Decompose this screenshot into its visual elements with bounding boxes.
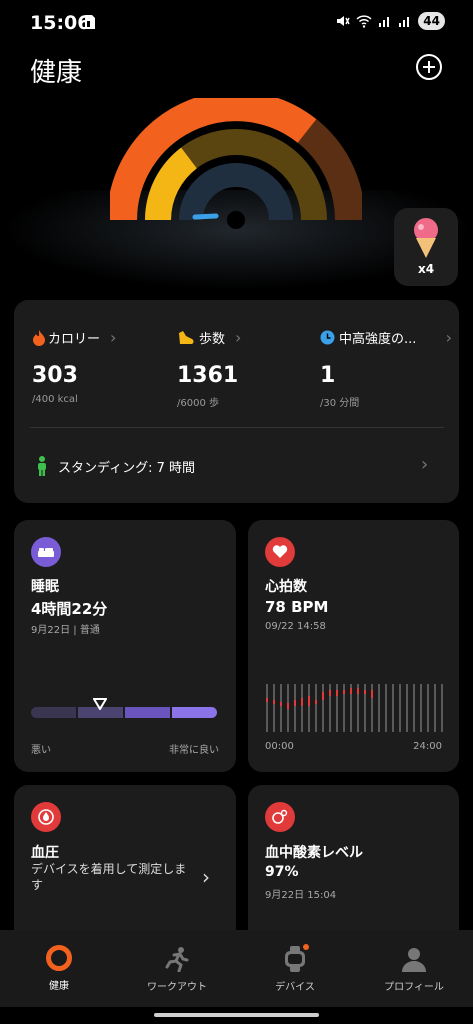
page-title: 健康 <box>30 58 83 88</box>
reward-badge[interactable]: x4 <box>394 208 458 286</box>
sleep-scale-high: 非常に良い <box>169 745 219 756</box>
watch-icon <box>285 944 309 972</box>
calories-value: 303 <box>32 363 78 388</box>
divider <box>30 427 444 428</box>
flame-icon <box>33 329 45 346</box>
standing-label: スタンディング: 7 時間 <box>58 460 196 476</box>
heart-icon <box>265 537 295 567</box>
calories-stat[interactable]: カロリー › 303 /400 kcal <box>32 328 172 405</box>
activity-rings[interactable] <box>110 98 362 288</box>
nav-workout-label: ワークアウト <box>147 982 207 993</box>
wifi-icon <box>356 15 372 28</box>
blood-oxygen-value: 97% <box>265 864 299 880</box>
person-icon <box>402 948 426 972</box>
heart-rate-chart <box>266 684 443 732</box>
chevron-right-icon: › <box>110 328 117 347</box>
blood-pressure-card[interactable]: 血圧 デバイスを着用して測定します › <box>14 785 236 945</box>
intensity-value: 1 <box>320 363 336 388</box>
status-bar: 15:06 44 <box>0 0 473 44</box>
quality-marker-icon <box>93 698 107 710</box>
bed-icon <box>31 537 61 567</box>
activity-summary-card: カロリー › 303 /400 kcal 歩数 › 1361 /6000 歩 中… <box>14 300 459 503</box>
heart-title: 心拍数 <box>265 579 307 595</box>
bottom-navigation: 健康 ワークアウト デバイス プロフィール <box>0 930 473 1007</box>
steps-goal: /6000 歩 <box>177 398 219 409</box>
blood-pressure-description: デバイスを着用して測定します <box>31 862 187 892</box>
heart-timestamp: 09/22 14:58 <box>265 621 326 632</box>
blood-oxygen-card[interactable]: 血中酸素レベル 97% 9月22日 15:04 <box>248 785 459 945</box>
nav-profile[interactable]: プロフィール <box>355 930 473 1007</box>
chevron-right-icon: › <box>445 328 452 347</box>
standing-person-icon <box>38 456 46 476</box>
chevron-right-icon: › <box>421 454 429 475</box>
clock-icon <box>320 330 335 345</box>
nav-device[interactable]: デバイス <box>236 930 354 1007</box>
oxygen-icon <box>265 802 295 832</box>
standing-row[interactable]: スタンディング: 7 時間 <box>36 456 195 476</box>
calories-label: カロリー <box>48 332 101 347</box>
intensity-label: 中高強度の... <box>339 332 417 347</box>
status-icons: 44 <box>336 12 445 30</box>
battery-level: 44 <box>418 12 445 30</box>
steps-label: 歩数 <box>199 332 226 347</box>
heart-rate-card[interactable]: 心拍数 78 BPM 09/22 14:58 00:00 24:00 <box>248 520 459 772</box>
running-icon <box>165 947 189 972</box>
status-time: 15:06 <box>30 12 91 34</box>
sleep-scale-low: 悪い <box>31 745 51 756</box>
blood-pressure-title: 血圧 <box>31 845 59 861</box>
sleep-date-quality: 9月22日 | 普通 <box>31 625 100 636</box>
nav-workout[interactable]: ワークアウト <box>118 930 236 1007</box>
signal-icon-2 <box>399 17 410 27</box>
sleep-card[interactable]: 睡眠 4時間22分 9月22日 | 普通 悪い 非常に良い <box>14 520 236 772</box>
badge-count: x4 <box>417 262 435 276</box>
nav-health[interactable]: 健康 <box>0 930 118 1007</box>
blood-oxygen-title: 血中酸素レベル <box>265 845 363 861</box>
steps-stat[interactable]: 歩数 › 1361 /6000 歩 <box>177 328 317 409</box>
nav-profile-label: プロフィール <box>384 982 444 993</box>
heart-axis-start: 00:00 <box>265 741 294 752</box>
steps-value: 1361 <box>177 363 239 388</box>
calories-goal: /400 kcal <box>32 394 78 405</box>
sleep-quality-bar <box>31 707 217 718</box>
home-indicator[interactable] <box>154 1013 319 1017</box>
heart-value: 78 BPM <box>265 598 329 616</box>
blood-pressure-icon <box>31 802 61 832</box>
mute-icon <box>337 16 350 26</box>
notification-dot <box>303 944 309 950</box>
intensity-stat[interactable]: 中高強度の... › 1 /30 分間 <box>320 328 452 409</box>
sim-card-icon <box>85 15 95 29</box>
chevron-right-icon[interactable]: › <box>202 865 210 889</box>
chevron-right-icon: › <box>235 328 242 347</box>
signal-icon <box>379 17 390 27</box>
health-ring-icon <box>46 945 72 971</box>
heart-axis-end: 24:00 <box>413 741 442 752</box>
nav-health-label: 健康 <box>49 981 69 992</box>
nav-device-label: デバイス <box>275 982 315 993</box>
add-icon[interactable] <box>416 54 442 80</box>
sleep-duration: 4時間22分 <box>31 600 108 618</box>
shoe-icon <box>179 330 194 344</box>
ice-cream-icon <box>414 218 438 258</box>
sleep-title: 睡眠 <box>31 579 59 595</box>
blood-oxygen-timestamp: 9月22日 15:04 <box>265 890 337 901</box>
intensity-goal: /30 分間 <box>320 398 360 409</box>
